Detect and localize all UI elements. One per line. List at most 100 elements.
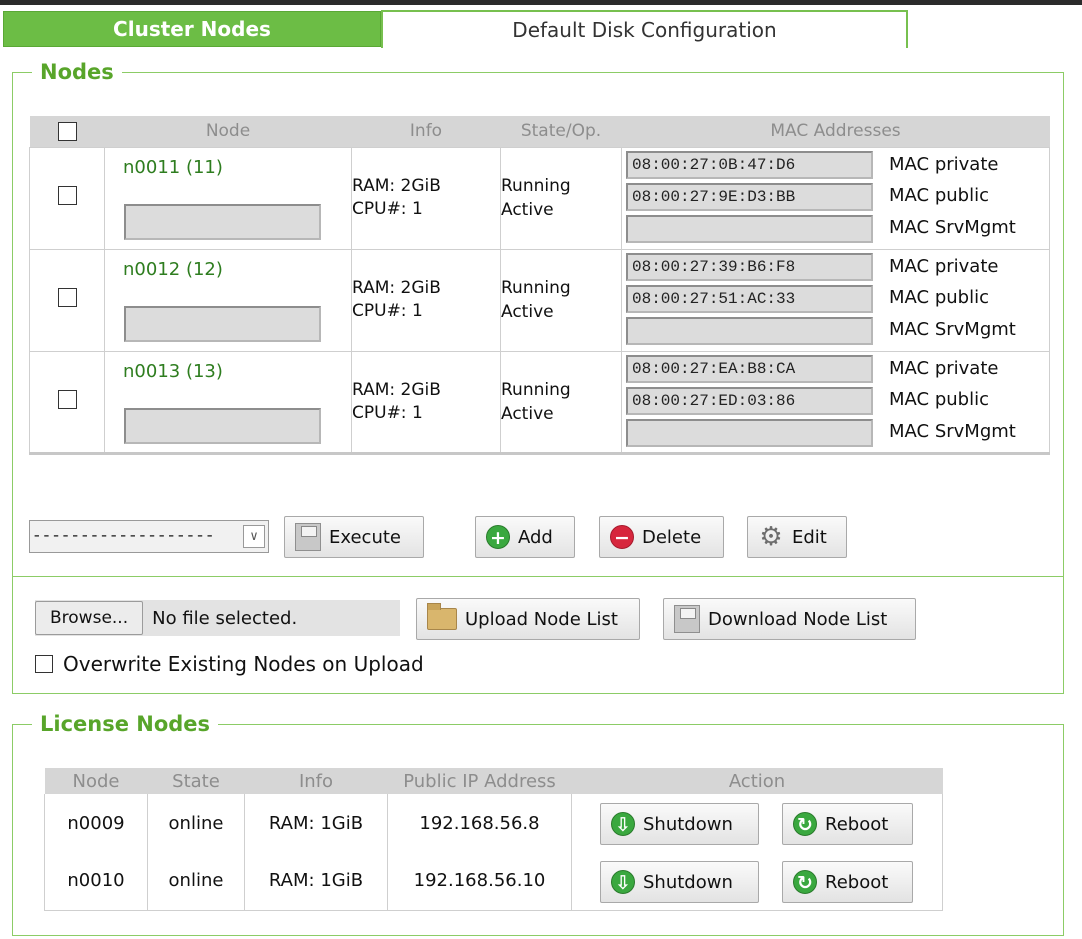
col-info: Info: [351, 116, 501, 147]
shutdown-button[interactable]: ⇩ Shutdown: [600, 803, 759, 845]
reload-icon: ↻: [793, 870, 817, 894]
reboot-label: Reboot: [825, 813, 889, 835]
info-cell: RAM: 2GiB CPU#: 1: [351, 248, 501, 352]
node-alias-input[interactable]: [124, 203, 321, 240]
mac-srvmgmt-input[interactable]: [626, 214, 873, 243]
mac-srvmgmt-input[interactable]: [626, 418, 873, 447]
ram-text: RAM: 2GiB: [352, 176, 441, 196]
mac-public-input[interactable]: 08:00:27:9E:D3:BB: [626, 182, 873, 211]
execute-button[interactable]: Execute: [284, 516, 424, 558]
node-link[interactable]: n0011 (11): [123, 157, 223, 178]
action-select-value: -------------------: [32, 527, 215, 545]
node-link[interactable]: n0013 (13): [123, 361, 223, 382]
state-text: Running: [501, 176, 571, 196]
download-label: Download Node List: [708, 608, 888, 630]
col-node: Node: [104, 116, 352, 147]
col-info: Info: [244, 768, 388, 794]
mac-srvmgmt-label: MAC SrvMgmt: [889, 216, 1016, 238]
gear-icon: ⚙: [759, 522, 783, 552]
delete-label: Delete: [642, 526, 702, 548]
reboot-label: Reboot: [825, 871, 889, 893]
col-state: State/Op.: [500, 116, 622, 147]
upload-node-list-button[interactable]: Upload Node List: [416, 598, 640, 640]
nodes-section-title: Nodes: [32, 60, 122, 84]
minus-circle-icon: −: [610, 525, 634, 549]
mac-public-input[interactable]: 08:00:27:51:AC:33: [626, 284, 873, 313]
power-icon: ⇩: [611, 812, 635, 836]
tab-default-disk-configuration[interactable]: Default Disk Configuration: [381, 10, 908, 48]
state-text: Running: [501, 278, 571, 298]
disk-icon: [674, 605, 700, 633]
overwrite-option: Overwrite Existing Nodes on Upload: [35, 652, 424, 676]
state-cell: Running Active: [500, 248, 622, 352]
table-row: n0012 (12) RAM: 2GiB CPU#: 1 Running Activ…: [29, 248, 1050, 352]
overwrite-checkbox[interactable]: [35, 655, 53, 673]
state-cell: online: [147, 852, 245, 911]
browse-button[interactable]: Browse...: [35, 601, 144, 635]
op-text: Active: [501, 200, 554, 220]
info-cell: RAM: 2GiB CPU#: 1: [351, 350, 501, 455]
node-alias-input[interactable]: [124, 305, 321, 342]
license-header-row: Node State Info Public IP Address Action: [44, 768, 943, 794]
mac-cell: 08:00:27:39:B6:F8 08:00:27:51:AC:33 MAC …: [621, 248, 1050, 352]
state-cell: Running Active: [500, 146, 622, 250]
mac-private-input[interactable]: 08:00:27:39:B6:F8: [626, 252, 873, 281]
action-select[interactable]: ------------------- ∨: [29, 520, 269, 553]
col-state: State: [147, 768, 245, 794]
reboot-button[interactable]: ↻ Reboot: [782, 803, 913, 845]
reload-icon: ↻: [793, 812, 817, 836]
download-node-list-button[interactable]: Download Node List: [663, 598, 916, 640]
chevron-down-icon[interactable]: ∨: [243, 525, 265, 548]
mac-public-label: MAC public: [889, 184, 989, 206]
upload-label: Upload Node List: [465, 608, 618, 630]
mac-private-input[interactable]: 08:00:27:0B:47:D6: [626, 150, 873, 179]
mac-private-label: MAC private: [889, 153, 999, 175]
nodes-header-row: Node Info State/Op. MAC Addresses: [29, 116, 1050, 147]
row-select-cell: [29, 350, 105, 455]
col-action: Action: [571, 768, 943, 794]
delete-button[interactable]: − Delete: [599, 516, 724, 558]
add-label: Add: [518, 526, 553, 548]
node-cell: n0011 (11): [104, 146, 352, 250]
ram-text: RAM: 2GiB: [352, 379, 441, 400]
col-mac: MAC Addresses: [621, 116, 1050, 147]
node-link[interactable]: n0012 (12): [123, 259, 223, 280]
nodes-table: Node Info State/Op. MAC Addresses n0011 …: [29, 116, 1050, 455]
add-button[interactable]: + Add: [475, 516, 575, 558]
row-checkbox[interactable]: [57, 186, 77, 205]
cpu-text: CPU#: 1: [352, 199, 423, 219]
op-text: Active: [501, 403, 554, 424]
mac-srvmgmt-input[interactable]: [626, 316, 873, 345]
top-border: [0, 0, 1082, 5]
mac-public-label: MAC public: [889, 286, 989, 308]
ip-cell: 192.168.56.8: [387, 794, 572, 852]
ip-cell: 192.168.56.10: [387, 852, 572, 911]
state-text: Running: [501, 379, 571, 400]
mac-private-label: MAC private: [889, 255, 999, 277]
mac-cell: 08:00:27:EA:B8:CA 08:00:27:ED:03:86 MAC …: [621, 350, 1050, 455]
edit-button[interactable]: ⚙ Edit: [747, 516, 847, 558]
info-cell: RAM: 1GiB: [244, 794, 388, 852]
node-cell: n0013 (13): [104, 350, 352, 455]
select-all-checkbox[interactable]: [57, 121, 77, 141]
state-cell: online: [147, 794, 245, 852]
mac-cell: 08:00:27:0B:47:D6 08:00:27:9E:D3:BB MAC …: [621, 146, 1050, 250]
row-checkbox[interactable]: [57, 389, 77, 409]
mac-private-input[interactable]: 08:00:27:EA:B8:CA: [626, 354, 873, 383]
node-cell: n0010: [44, 852, 148, 911]
row-select-cell: [29, 146, 105, 250]
row-checkbox[interactable]: [57, 288, 77, 307]
col-node: Node: [44, 768, 148, 794]
mac-public-label: MAC public: [889, 388, 989, 410]
tab-cluster-nodes[interactable]: Cluster Nodes: [3, 11, 381, 47]
overwrite-label: Overwrite Existing Nodes on Upload: [63, 652, 424, 676]
shutdown-label: Shutdown: [643, 813, 733, 835]
shutdown-label: Shutdown: [643, 871, 733, 893]
execute-label: Execute: [329, 526, 401, 548]
select-all-cell: [29, 116, 105, 147]
file-status-text: No file selected.: [152, 607, 298, 629]
shutdown-button[interactable]: ⇩ Shutdown: [600, 861, 759, 903]
node-alias-input[interactable]: [124, 407, 321, 444]
mac-public-input[interactable]: 08:00:27:ED:03:86: [626, 386, 873, 415]
reboot-button[interactable]: ↻ Reboot: [782, 861, 913, 903]
